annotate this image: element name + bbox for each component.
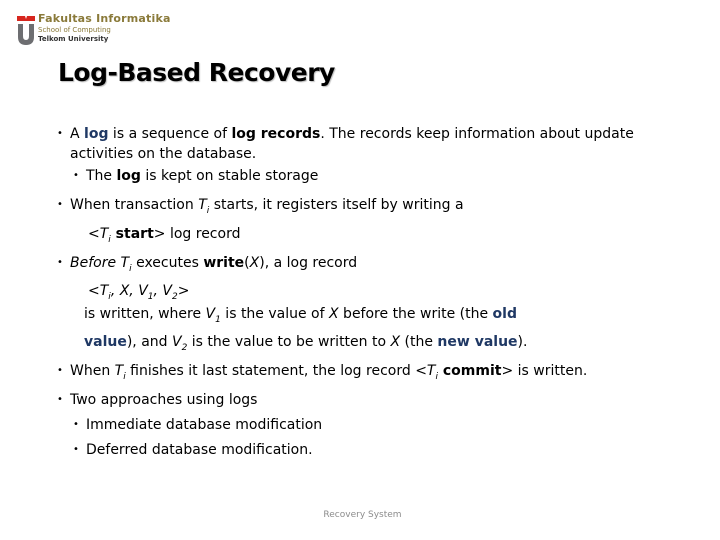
text: The [86, 168, 117, 184]
faculty-logo: Fakultas Informatika School of Computing… [14, 12, 170, 48]
text: log record [165, 226, 241, 242]
term-log-records: log records [231, 126, 321, 142]
text: ). [517, 334, 528, 350]
var-X: X [249, 255, 260, 271]
emph-before: Before [70, 255, 117, 271]
keyword-start: start [110, 226, 154, 242]
text: A [70, 126, 85, 142]
text: Two approaches using logs [70, 392, 258, 408]
term-old-value: old [492, 306, 517, 322]
school-name: School of Computing [38, 26, 111, 34]
keyword-write: write [203, 255, 245, 271]
text: executes [131, 255, 204, 271]
faculty-name: Fakultas Informatika [38, 12, 171, 25]
update-record-explanation: is written, where V1 is the value of X b… [56, 300, 696, 328]
text: < [88, 226, 100, 242]
text: is a sequence of [108, 126, 232, 142]
var-T: T [99, 283, 109, 299]
update-record-tuple: <Ti, X, V1, V2> [56, 282, 696, 301]
var-V: V [205, 306, 216, 322]
term-new-value: new value [437, 334, 518, 350]
university-name: Telkom University [38, 35, 109, 43]
text: is written, where [84, 306, 206, 322]
slide-title: Log-Based Recovery [58, 58, 335, 87]
term-log: log [116, 168, 141, 184]
text: When transaction [70, 197, 199, 213]
text: starts, it registers itself by writing a [209, 197, 464, 213]
text: is the value to be written to [187, 334, 391, 350]
text: before the write (the [338, 306, 493, 322]
var-T: T [198, 197, 207, 213]
text: , a log record [264, 255, 358, 271]
text: Deferred database modification. [86, 442, 313, 458]
keyword-commit: commit [438, 363, 502, 379]
text: > is written. [501, 363, 588, 379]
bullet-commit: When Ti finishes it last statement, the … [56, 361, 696, 381]
bullet-before-write: Before Ti executes write(X), a log recor… [56, 253, 696, 273]
text: , X, V [110, 283, 148, 299]
term-log: log [84, 126, 109, 142]
sub-bullet-deferred: Deferred database modification. [56, 440, 696, 460]
bullet-transaction-start: When transaction Ti starts, it registers… [56, 195, 696, 215]
text: , V [153, 283, 172, 299]
slide-footer: Recovery System [323, 510, 402, 520]
bullet-log-definition: A log is a sequence of log records. The … [56, 124, 696, 164]
var-T: T [99, 226, 109, 242]
var-V: V [172, 334, 182, 350]
telkom-university-logo-icon [17, 16, 35, 45]
update-record-explanation-cont: value), and V2 is the value to be writte… [50, 332, 696, 352]
bullet-two-approaches: Two approaches using logs [56, 390, 696, 410]
text: finishes it last statement, the log reco… [125, 363, 427, 379]
sub-bullet-immediate: Immediate database modification [56, 415, 696, 435]
var-X: X [329, 306, 339, 322]
var-X: X [390, 334, 401, 350]
text: (the [400, 334, 438, 350]
var-T: T [116, 255, 130, 271]
slide-body: A log is a sequence of log records. The … [56, 124, 696, 460]
logo-text: Fakultas Informatika School of Computing… [38, 13, 171, 43]
var-T: T [114, 363, 124, 379]
text: When [70, 363, 115, 379]
text: ), and [126, 334, 172, 350]
term-old-value-cont: value [84, 334, 127, 350]
start-record-line: <Ti start> log record [56, 224, 696, 244]
text: is kept on stable storage [140, 168, 319, 184]
text: Immediate database modification [86, 417, 323, 433]
text: < [88, 283, 100, 299]
text: > [177, 283, 190, 299]
text: is the value of [220, 306, 330, 322]
text: > [153, 226, 166, 242]
sub-bullet-stable-storage: The log is kept on stable storage [56, 166, 696, 186]
